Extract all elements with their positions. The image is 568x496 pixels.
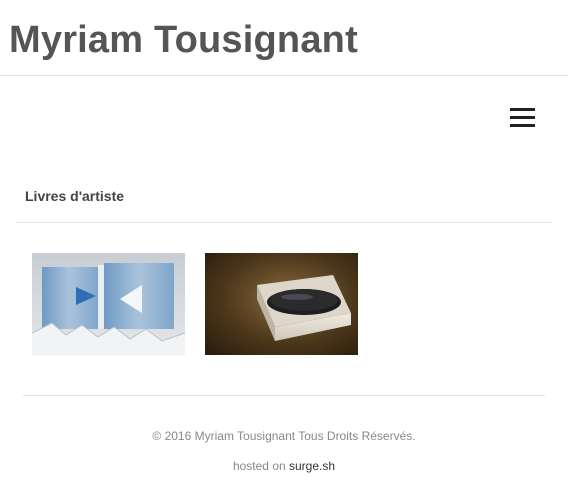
footer-divider [23, 395, 545, 396]
surge-link[interactable]: surge.sh [289, 459, 335, 473]
menu-bar [510, 124, 535, 127]
hosted-on-line: hosted on surge.sh [0, 459, 568, 473]
section-title: Livres d'artiste [25, 188, 125, 204]
artist-book-box-disc-image [205, 253, 358, 355]
gallery-item-artist-book-blue-arrows[interactable] [32, 253, 185, 355]
site-title[interactable]: Myriam Tousignant [9, 16, 358, 64]
menu-bar [510, 108, 535, 111]
copyright-text: © 2016 Myriam Tousignant Tous Droits Rés… [152, 429, 416, 443]
menu-toggle-button[interactable] [506, 104, 538, 132]
menu-bar [510, 116, 535, 119]
artist-book-blue-arrows-image [32, 253, 185, 355]
section-header: Livres d'artiste [16, 180, 552, 223]
site-header: Myriam Tousignant [0, 0, 568, 76]
hosted-prefix: hosted on [232, 459, 289, 473]
gallery-item-artist-book-box-disc[interactable] [205, 253, 358, 355]
